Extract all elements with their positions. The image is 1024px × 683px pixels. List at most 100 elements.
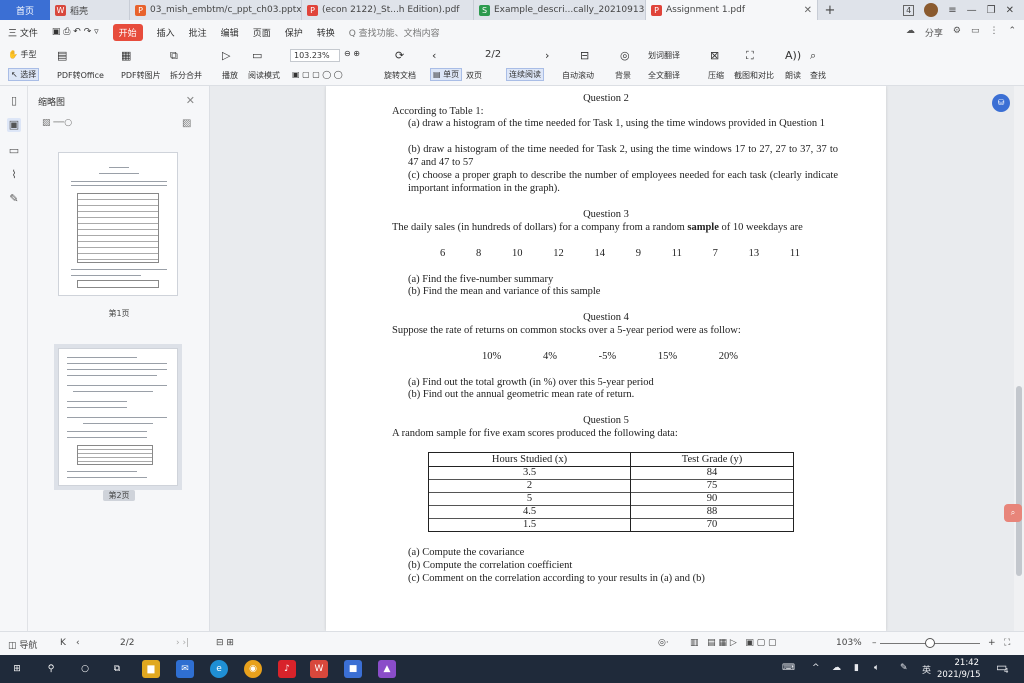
page-thumbnail-1[interactable] <box>58 152 178 296</box>
ime-indicator[interactable]: 英 <box>922 663 931 676</box>
split-merge-button[interactable]: 拆分合并 <box>170 70 202 81</box>
fullscreen-icon[interactable]: ⛶ <box>1004 638 1010 648</box>
eye-protection-icon[interactable]: ◎· <box>658 638 669 648</box>
edge-icon[interactable]: e <box>210 660 228 678</box>
pdf-to-office-button[interactable]: PDF转Office <box>57 70 104 81</box>
auto-scroll-button[interactable]: 自动滚动 <box>562 70 594 81</box>
mail-icon[interactable]: ✉ <box>176 660 194 678</box>
document-viewport[interactable]: Question 2 According to Table 1: (a) dra… <box>210 86 1014 631</box>
floating-assistant-icon[interactable]: ⛁ <box>992 94 1010 112</box>
battery-icon[interactable]: ▮ <box>854 663 859 673</box>
select-tool-button[interactable]: ↖ 选择 <box>8 68 40 81</box>
cortana-icon[interactable]: ○ <box>76 660 94 678</box>
comment-icon[interactable]: ▭ <box>971 26 980 39</box>
restore-icon[interactable]: ❐ <box>987 5 996 16</box>
tab-econ-pdf[interactable]: P (econ 2122)_St...h Edition).pdf <box>302 0 474 20</box>
menu-edit[interactable]: 编辑 <box>221 26 239 39</box>
translate-word-button[interactable]: 划词翻译 <box>648 50 680 61</box>
share-button[interactable]: 分享 <box>925 26 943 39</box>
fit-page-icon[interactable]: ⊟ ⊞ <box>216 638 234 648</box>
windows-start-icon[interactable]: ⊞ <box>8 660 26 678</box>
minimize-icon[interactable]: — <box>967 5 977 16</box>
onedrive-icon[interactable]: ☁ <box>832 663 841 673</box>
page-indicator[interactable]: 2/2 <box>485 49 501 60</box>
close-window-icon[interactable]: ✕ <box>1006 5 1014 16</box>
zoom-out-icon[interactable]: ⊖ ⊕ <box>344 49 360 58</box>
task-view-icon[interactable]: ⧉ <box>108 660 126 678</box>
settings-icon[interactable]: ⚙ <box>953 26 961 39</box>
next-page-icon[interactable]: › <box>545 49 549 62</box>
menu-icon[interactable]: ≡ <box>948 5 956 16</box>
screenshot-compare-button[interactable]: 截图和对比 <box>734 70 774 81</box>
menu-page[interactable]: 页面 <box>253 26 271 39</box>
prev-page-icon[interactable]: ‹ <box>76 638 80 648</box>
tab-ppt[interactable]: P 03_mish_embtm/c_ppt_ch03.pptx <box>130 0 302 20</box>
menu-home[interactable]: 开始 <box>112 23 143 41</box>
close-icon[interactable]: ✕ <box>186 94 195 107</box>
volume-icon[interactable]: 🔈︎ <box>874 663 879 673</box>
floating-search-icon[interactable]: ⌕ <box>1004 504 1022 522</box>
tab-example-xls[interactable]: S Example_descri...cally_20210913 <box>474 0 646 20</box>
chrome-icon[interactable]: ◉ <box>244 660 262 678</box>
menu-protect[interactable]: 保护 <box>285 26 303 39</box>
search-input[interactable]: Q 查找功能、文档内容 <box>349 26 440 39</box>
menu-convert[interactable]: 转换 <box>317 26 335 39</box>
file-explorer-icon[interactable]: ▆ <box>142 660 160 678</box>
collapse-ribbon-icon[interactable]: ⌃ <box>1008 26 1016 39</box>
keyboard-icon[interactable]: ⌨ <box>782 663 795 673</box>
zoom-out-icon[interactable]: – <box>872 638 877 648</box>
avatar[interactable] <box>924 3 939 17</box>
prev-page-icon[interactable]: ‹ <box>432 49 436 62</box>
pdf-to-image-button[interactable]: PDF转图片 <box>121 70 161 81</box>
cloud-sync-icon[interactable]: ☁ <box>906 26 915 39</box>
hand-tool-button[interactable]: ✋ 手型 <box>8 49 37 60</box>
menu-insert[interactable]: 插入 <box>157 26 175 39</box>
pen-icon[interactable]: ✎ <box>900 663 908 673</box>
play-button[interactable]: 播放 <box>222 70 238 81</box>
tab-assignment-pdf[interactable]: P Assignment 1.pdf ✕ <box>646 0 818 20</box>
more-icon[interactable]: ⋮ <box>989 26 998 39</box>
tab-count-badge[interactable]: 4 <box>903 4 915 16</box>
next-page-icon[interactable]: › ›| <box>176 638 189 648</box>
read-mode-button[interactable]: 阅读模式 <box>248 70 280 81</box>
system-clock[interactable]: 21:42 2021/9/15 <box>937 657 981 681</box>
image-size-large-icon[interactable]: ▨ <box>182 118 191 129</box>
navigation-button[interactable]: ◫ 导航 <box>8 638 37 651</box>
view-mode-icons[interactable]: ▥ ▤ ▦ ▷ ▣ ▢ ▢ <box>690 638 777 648</box>
add-tab-button[interactable]: + <box>818 0 842 20</box>
thumbnail-icon[interactable]: ▣ <box>7 118 21 132</box>
background-button[interactable]: 背景 <box>615 70 631 81</box>
first-page-icon[interactable]: K <box>60 638 66 648</box>
scrollbar-thumb[interactable] <box>1016 386 1022 576</box>
translate-full-button[interactable]: 全文翻译 <box>648 70 680 81</box>
double-page-button[interactable]: 双页 <box>466 70 482 81</box>
compress-button[interactable]: 压缩 <box>708 70 724 81</box>
rotate-button[interactable]: 旋转文档 <box>384 70 416 81</box>
tray-expand-icon[interactable]: ^ <box>812 663 820 673</box>
image-size-small-icon[interactable]: ▨ ──○ <box>42 118 72 128</box>
attachment-icon[interactable]: ⌇ <box>7 168 21 182</box>
zoom-select[interactable]: 103.23% <box>290 49 340 62</box>
search-icon[interactable]: ⚲ <box>42 660 60 678</box>
read-aloud-button[interactable]: 朗读 <box>785 70 801 81</box>
continuous-read-button[interactable]: 连续阅读 <box>506 68 544 81</box>
menu-annotate[interactable]: 批注 <box>189 26 207 39</box>
find-button[interactable]: 查找 <box>810 70 826 81</box>
annotation-tools[interactable]: ▣ ▢ ▢ ◯ ◯ <box>292 70 343 79</box>
status-page-indicator[interactable]: 2/2 <box>120 638 134 648</box>
zoom-in-icon[interactable]: + <box>988 638 996 648</box>
wps-icon[interactable]: W <box>310 660 328 678</box>
zoom-slider-knob[interactable] <box>925 638 935 648</box>
tab-docer[interactable]: W 稻壳 <box>50 0 130 20</box>
status-zoom-value[interactable]: 103% <box>836 638 862 648</box>
vertical-scrollbar[interactable] <box>1014 86 1024 631</box>
file-menu[interactable]: 三 文件 <box>8 26 38 39</box>
netease-music-icon[interactable]: ♪ <box>278 660 296 678</box>
comment-icon[interactable]: ▭ <box>7 144 21 158</box>
meeting-icon[interactable]: ■ <box>344 660 362 678</box>
single-page-button[interactable]: ▤ 单页 <box>430 68 463 81</box>
page-thumbnail-2[interactable] <box>58 348 178 486</box>
close-icon[interactable]: ✕ <box>804 5 812 16</box>
signature-icon[interactable]: ✎ <box>7 192 21 206</box>
save-icon[interactable]: ▣ ⎙ ↶ ↷ ▿ <box>52 27 99 37</box>
